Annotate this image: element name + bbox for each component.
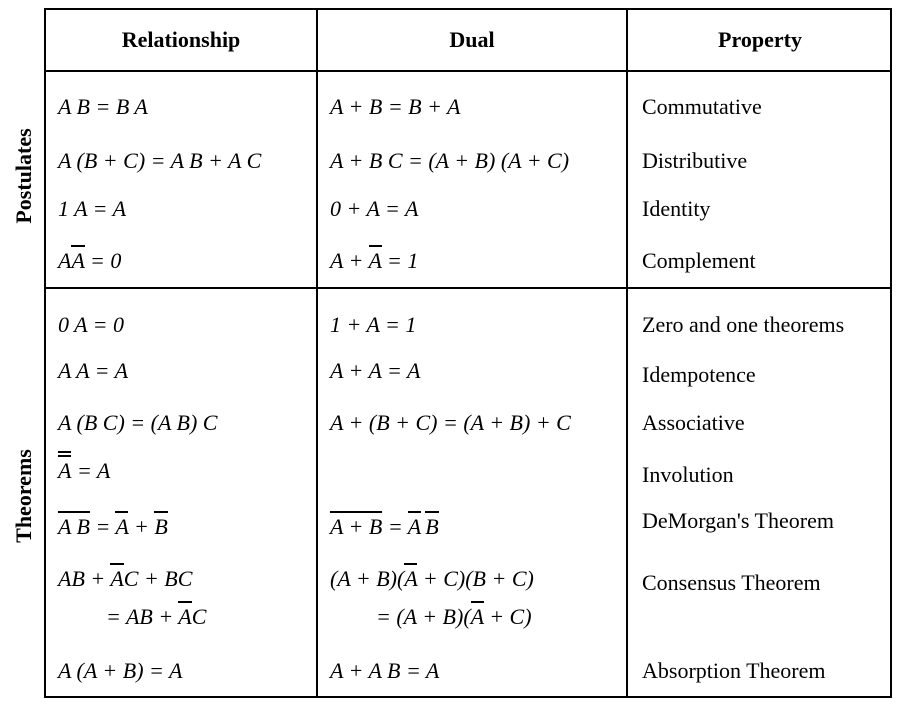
header-relationship: Relationship: [121, 27, 241, 52]
property-commutative: Commutative: [642, 94, 762, 119]
dual-zero-one: 1 + A = 1: [330, 312, 417, 337]
property-associative: Associative: [642, 410, 745, 435]
boolean-algebra-table: Relationship Dual Property A B = B A A +…: [44, 8, 892, 698]
property-consensus: Consensus Theorem: [642, 570, 821, 595]
property-complement: Complement: [642, 248, 756, 273]
section-divider: [46, 287, 890, 289]
property-involution: Involution: [642, 462, 734, 487]
section-label-postulates: Postulates: [11, 128, 36, 224]
property-identity: Identity: [642, 196, 711, 221]
relationship-complement: AA = 0: [58, 245, 121, 274]
property-idempotence: Idempotence: [642, 362, 756, 387]
dual-complement: A + A = 1: [330, 245, 418, 274]
dual-consensus-line1: (A + B)(A + C)(B + C): [330, 563, 534, 592]
dual-commutative: A + B = B + A: [330, 94, 461, 119]
dual-demorgan: A + B = AB: [330, 511, 439, 540]
header-property: Property: [718, 27, 802, 52]
relationship-distributive: A (B + C) = A B + A C: [58, 148, 262, 173]
relationship-consensus-line2: = AB + AC: [106, 601, 206, 630]
relationship-zero-one: 0 A = 0: [58, 312, 124, 337]
column-divider: [316, 10, 318, 696]
dual-idempotence: A + A = A: [330, 358, 421, 383]
relationship-consensus-line1: AB + AC + BC: [58, 563, 192, 592]
property-demorgan: DeMorgan's Theorem: [642, 508, 834, 533]
property-absorption: Absorption Theorem: [642, 658, 826, 683]
section-label-theorems: Theorems: [11, 449, 36, 543]
column-divider: [626, 10, 628, 696]
header-dual: Dual: [449, 27, 495, 52]
dual-consensus-line2: = (A + B)(A + C): [376, 601, 532, 630]
relationship-involution: A = A: [58, 451, 111, 483]
property-distributive: Distributive: [642, 148, 748, 173]
relationship-demorgan: A B = A + B: [58, 511, 168, 540]
dual-absorption: A + A B = A: [330, 658, 440, 683]
relationship-absorption: A (A + B) = A: [58, 658, 183, 683]
dual-distributive: A + B C = (A + B) (A + C): [330, 148, 570, 173]
property-zero-one: Zero and one theorems: [642, 312, 845, 337]
relationship-idempotence: A A = A: [58, 358, 129, 383]
dual-associative: A + (B + C) = (A + B) + C: [330, 410, 571, 435]
relationship-identity: 1 A = A: [58, 196, 127, 221]
relationship-associative: A (B C) = (A B) C: [58, 410, 218, 435]
dual-identity: 0 + A = A: [330, 196, 419, 221]
relationship-commutative: A B = B A: [58, 94, 148, 119]
header-divider: [46, 70, 890, 72]
